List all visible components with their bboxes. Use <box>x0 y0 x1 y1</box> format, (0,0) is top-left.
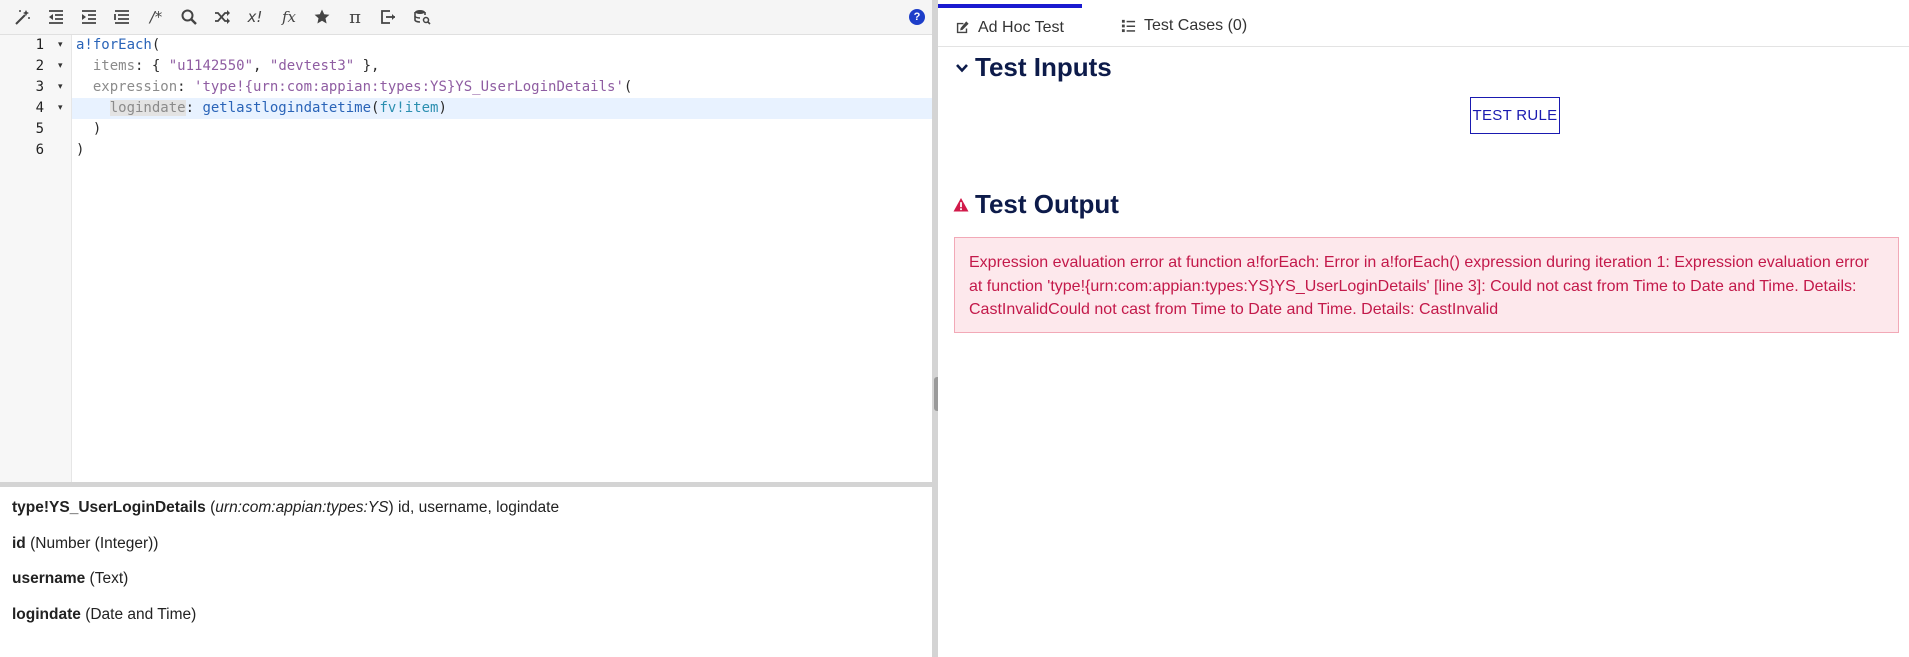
code-line: logindate: getlastlogindatetime(fv!item) <box>109 100 447 116</box>
code-line: a!forEach( <box>76 37 161 53</box>
test-output-header: Test Output <box>953 189 1119 220</box>
line-number: 6 <box>35 142 44 158</box>
tab-test-cases[interactable]: Test Cases (0) <box>1111 4 1257 47</box>
line-number: 2 <box>35 58 44 74</box>
test-tabs: Ad Hoc Test Test Cases (0) <box>938 0 1909 47</box>
pi-icon[interactable]: π <box>343 6 367 28</box>
fold-toggle-icon[interactable]: ▾ <box>58 35 68 56</box>
line-number: 1 <box>35 37 44 53</box>
format-list-icon[interactable] <box>110 6 134 28</box>
comment-icon[interactable]: /* <box>144 6 168 28</box>
tab-ad-hoc-test[interactable]: Ad Hoc Test <box>938 4 1082 47</box>
type-doc-line: type!YS_UserLoginDetails (urn:com:appian… <box>12 499 560 516</box>
tab-label: Ad Hoc Test <box>978 18 1064 36</box>
section-title-text: Test Output <box>975 189 1119 219</box>
documentation-panel: type!YS_UserLoginDetails (urn:com:appian… <box>0 487 932 657</box>
code-line: items: { "u1142550", "devtest3" }, <box>92 58 380 74</box>
editor-toolbar: /* x! fx π ? <box>0 0 932 35</box>
indent-icon[interactable] <box>77 6 101 28</box>
fold-toggle-icon[interactable]: ▾ <box>58 98 68 119</box>
line-number: 3 <box>35 79 44 95</box>
search-icon[interactable] <box>177 6 201 28</box>
not-icon[interactable]: x! <box>243 6 267 28</box>
code-line: ) <box>76 121 102 137</box>
test-inputs-header[interactable]: Test Inputs <box>955 52 1112 83</box>
warning-icon <box>953 197 969 213</box>
help-icon[interactable]: ? <box>909 9 925 25</box>
edit-icon <box>955 20 970 35</box>
tab-label: Test Cases (0) <box>1144 16 1248 34</box>
chevron-down-icon <box>955 61 969 75</box>
code-editor[interactable]: 1 2 3 4 5 6 ▾ ▾ ▾ ▾ a!forEach( items: { … <box>0 35 932 482</box>
line-number: 5 <box>35 121 44 137</box>
code-line: expression: 'type!{urn:com:appian:types:… <box>92 79 633 95</box>
star-icon[interactable] <box>310 6 334 28</box>
code-line: ) <box>76 142 85 158</box>
expression-editor-pane: /* x! fx π ? 1 2 3 4 5 6 ▾ ▾ ▾ ▾ a!forEa… <box>0 0 932 657</box>
line-number-gutter: 1 2 3 4 5 6 ▾ ▾ ▾ ▾ <box>0 35 72 482</box>
error-message: Expression evaluation error at function … <box>954 237 1899 333</box>
outdent-icon[interactable] <box>44 6 68 28</box>
expression-rule-designer: /* x! fx π ? 1 2 3 4 5 6 ▾ ▾ ▾ ▾ a!forEa… <box>0 0 1909 657</box>
export-icon[interactable] <box>376 6 400 28</box>
line-number: 4 <box>35 100 44 116</box>
test-rule-button[interactable]: TEST RULE <box>1470 97 1560 134</box>
fold-toggle-icon[interactable]: ▾ <box>58 77 68 98</box>
field-doc-line: username (Text) <box>12 570 129 587</box>
list-icon <box>1121 18 1136 33</box>
magic-wand-icon[interactable] <box>11 6 35 28</box>
section-title-text: Test Inputs <box>975 52 1112 82</box>
shuffle-icon[interactable] <box>210 6 234 28</box>
function-icon[interactable]: fx <box>277 6 301 28</box>
database-search-icon[interactable] <box>410 6 434 28</box>
fold-toggle-icon[interactable]: ▾ <box>58 56 68 77</box>
field-doc-line: logindate (Date and Time) <box>12 606 197 623</box>
field-doc-line: id (Number (Integer)) <box>12 535 159 552</box>
